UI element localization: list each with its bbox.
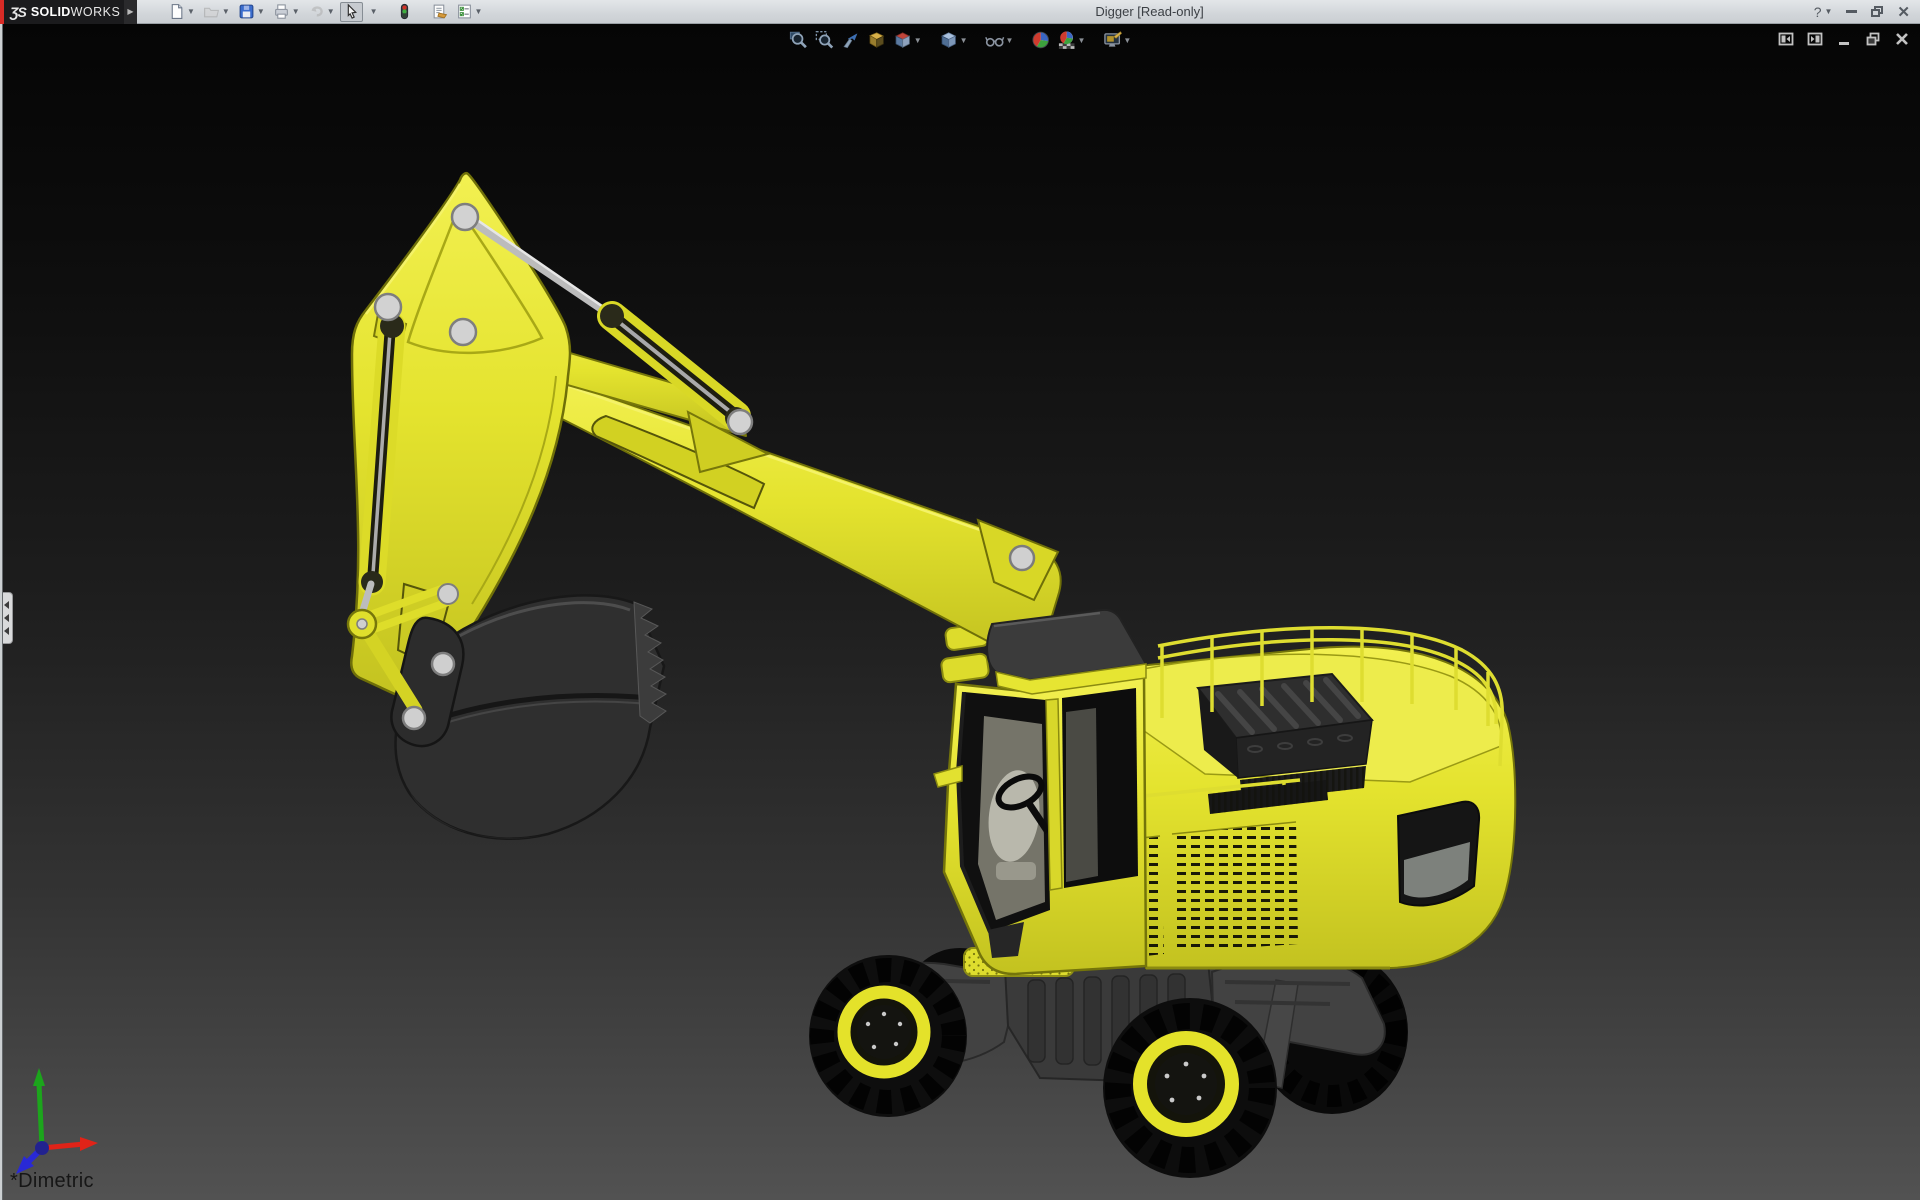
document-window-controls	[1778, 31, 1910, 47]
previous-view-icon	[843, 33, 858, 49]
wheel-rear-left[interactable]	[1103, 998, 1277, 1178]
select-button[interactable]	[339, 1, 363, 22]
next-window-button[interactable]	[1807, 31, 1823, 47]
undo-icon	[311, 6, 323, 17]
pin	[1008, 544, 1036, 572]
view-settings-dropdown[interactable]: ▼	[1123, 36, 1131, 45]
rebuild-button[interactable]	[393, 2, 416, 22]
zoom-to-area-button[interactable]	[814, 29, 836, 51]
y-axis-arrow	[33, 1068, 45, 1086]
restore-document-icon	[1866, 32, 1880, 46]
logo-red-stripe	[0, 0, 4, 24]
hide-show-glasses-icon	[984, 36, 1005, 47]
headsup-view-toolbar: ▼ ▼ ▼ ▼ ▼	[788, 29, 1133, 51]
solidworks-window: ƷS SOLID WORKS ▶ ▼ ▼ ▼ ▼ ▼ ▼ ▼ Digger [R…	[0, 0, 1920, 1200]
new-document-button[interactable]: ▼	[165, 2, 198, 22]
chevron-left-icon	[3, 601, 9, 609]
select-dropdown-button[interactable]: ▼	[365, 2, 381, 22]
section-view-button[interactable]	[866, 29, 888, 51]
print-icon	[274, 4, 288, 19]
brand-name-bold: SOLID	[30, 4, 71, 19]
restore-window-button[interactable]	[1871, 6, 1884, 17]
display-style-button[interactable]: ▼	[938, 29, 969, 51]
file-properties-button[interactable]	[428, 2, 451, 22]
engine-cover[interactable]	[1196, 672, 1374, 779]
solidworks-logo: ƷS SOLID WORKS	[0, 0, 124, 24]
previous-view-button[interactable]	[840, 29, 862, 51]
view-settings-icon	[1103, 31, 1122, 47]
x-axis-arrow	[80, 1137, 98, 1151]
main-toolbar: ▼ ▼ ▼ ▼ ▼ ▼ ▼	[165, 1, 486, 22]
view-settings-button[interactable]: ▼	[1101, 29, 1132, 51]
orientation-label: *Dimetric	[10, 1170, 94, 1192]
excavator-model[interactable]	[0, 24, 1920, 1200]
print-button[interactable]: ▼	[270, 2, 303, 22]
chevron-left-icon	[3, 614, 9, 622]
wheel-front-left[interactable]	[809, 955, 967, 1117]
hide-show-items-button[interactable]: ▼	[984, 29, 1015, 51]
view-orientation-icon	[895, 32, 911, 48]
edit-appearance-ball-icon	[1032, 31, 1049, 49]
minimize-document-icon	[1839, 42, 1849, 45]
undo-button[interactable]: ▼	[305, 2, 338, 22]
restore-document-button[interactable]	[1865, 31, 1881, 47]
minimize-document-button[interactable]	[1836, 31, 1852, 47]
document-title: Digger [Read-only]	[1095, 4, 1204, 19]
side-window	[1062, 688, 1138, 888]
open-button[interactable]: ▼	[200, 2, 233, 22]
rebuild-traffic-light-icon	[400, 3, 408, 20]
minimize-icon	[1846, 10, 1858, 13]
minimize-window-button[interactable]	[1846, 10, 1858, 13]
apply-scene-button[interactable]: ▼	[1055, 29, 1086, 51]
brand-name-light: WORKS	[70, 4, 121, 19]
hide-show-items-dropdown[interactable]: ▼	[1006, 36, 1014, 45]
view-orientation-button[interactable]: ▼	[892, 29, 923, 51]
zoom-to-area-icon	[815, 31, 834, 49]
close-document-button[interactable]	[1894, 31, 1910, 47]
rear-window	[1396, 800, 1481, 907]
view-orientation-dropdown[interactable]: ▼	[914, 36, 922, 45]
edit-appearance-button[interactable]	[1029, 29, 1051, 51]
close-document-icon	[1896, 33, 1908, 45]
select-cursor-icon	[347, 3, 357, 19]
close-icon: ✕	[1897, 3, 1910, 21]
save-button[interactable]: ▼	[235, 2, 268, 22]
graphics-viewport[interactable]: ▼ ▼ ▼ ▼ ▼ *Dimetric	[0, 24, 1920, 1200]
help-button[interactable]: ? ▼	[1814, 4, 1833, 20]
previous-window-button[interactable]	[1778, 31, 1794, 47]
help-dropdown-icon: ▼	[1824, 7, 1833, 16]
zoom-to-fit-button[interactable]	[788, 29, 810, 51]
display-style-icon	[941, 32, 957, 48]
apply-scene-icon	[1058, 31, 1075, 49]
zoom-to-fit-icon	[789, 31, 807, 49]
previous-window-icon	[1778, 32, 1794, 46]
file-properties-icon	[433, 4, 447, 19]
open-folder-icon	[203, 7, 220, 18]
toolbar-expand-button[interactable]: ▶	[124, 0, 137, 24]
titlebar: ƷS SOLID WORKS ▶ ▼ ▼ ▼ ▼ ▼ ▼ ▼ Digger [R…	[0, 0, 1920, 24]
logo-mark: ƷS	[10, 3, 27, 20]
options-checklist-icon	[457, 4, 471, 19]
section-view-icon	[869, 32, 885, 48]
next-window-icon	[1807, 32, 1823, 46]
apply-scene-dropdown[interactable]: ▼	[1077, 36, 1085, 45]
options-button[interactable]: ▼	[453, 2, 486, 22]
new-document-icon	[171, 4, 183, 19]
window-left-border-inner	[2, 24, 3, 1200]
display-style-dropdown[interactable]: ▼	[960, 36, 968, 45]
window-controls: ? ▼ ✕	[1814, 3, 1920, 21]
save-floppy-icon	[239, 4, 254, 19]
close-window-button[interactable]: ✕	[1897, 3, 1910, 21]
chevron-left-icon	[3, 627, 9, 635]
restore-icon	[1871, 6, 1884, 17]
